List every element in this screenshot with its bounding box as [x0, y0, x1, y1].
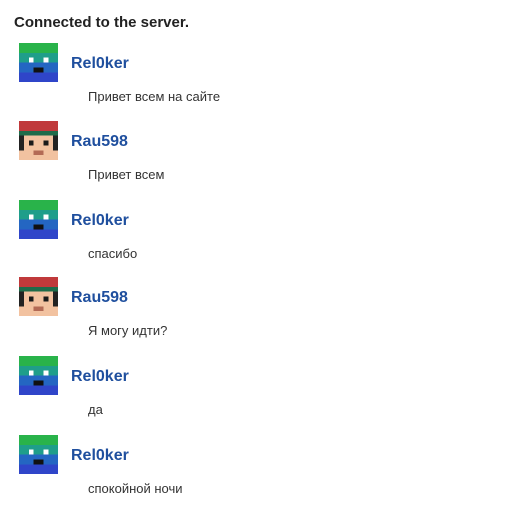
- chat-message: Rel0ker спокойной ночи: [0, 435, 505, 513]
- username[interactable]: Rel0ker: [71, 212, 129, 230]
- chat-message: Rel0ker Привет всем на сайте: [0, 43, 505, 121]
- connection-status: Connected to the server.: [14, 14, 190, 31]
- username[interactable]: Rau598: [71, 289, 128, 307]
- message-text: да: [88, 402, 103, 417]
- chat-message: Rel0ker да: [0, 356, 505, 434]
- blue-green-pixel-face-icon[interactable]: [19, 43, 58, 82]
- blue-green-pixel-face-icon[interactable]: [19, 435, 58, 474]
- username[interactable]: Rel0ker: [71, 447, 129, 465]
- chat-message: Rel0ker спасибо: [0, 200, 505, 278]
- message-text: Привет всем: [88, 167, 165, 182]
- red-cap-pixel-face-icon[interactable]: [19, 121, 58, 160]
- username[interactable]: Rel0ker: [71, 55, 129, 73]
- red-cap-pixel-face-icon[interactable]: [19, 277, 58, 316]
- message-text: спасибо: [88, 246, 138, 261]
- message-text: Я могу идти?: [88, 323, 168, 338]
- message-text: Привет всем на сайте: [88, 89, 221, 104]
- username[interactable]: Rau598: [71, 133, 128, 151]
- message-text: спокойной ночи: [88, 481, 183, 496]
- username[interactable]: Rel0ker: [71, 368, 129, 386]
- chat-message: Rau598 Я могу идти?: [0, 277, 505, 355]
- blue-green-pixel-face-icon[interactable]: [19, 200, 58, 239]
- chat-message: Rau598 Привет всем: [0, 121, 505, 199]
- blue-green-pixel-face-icon[interactable]: [19, 356, 58, 395]
